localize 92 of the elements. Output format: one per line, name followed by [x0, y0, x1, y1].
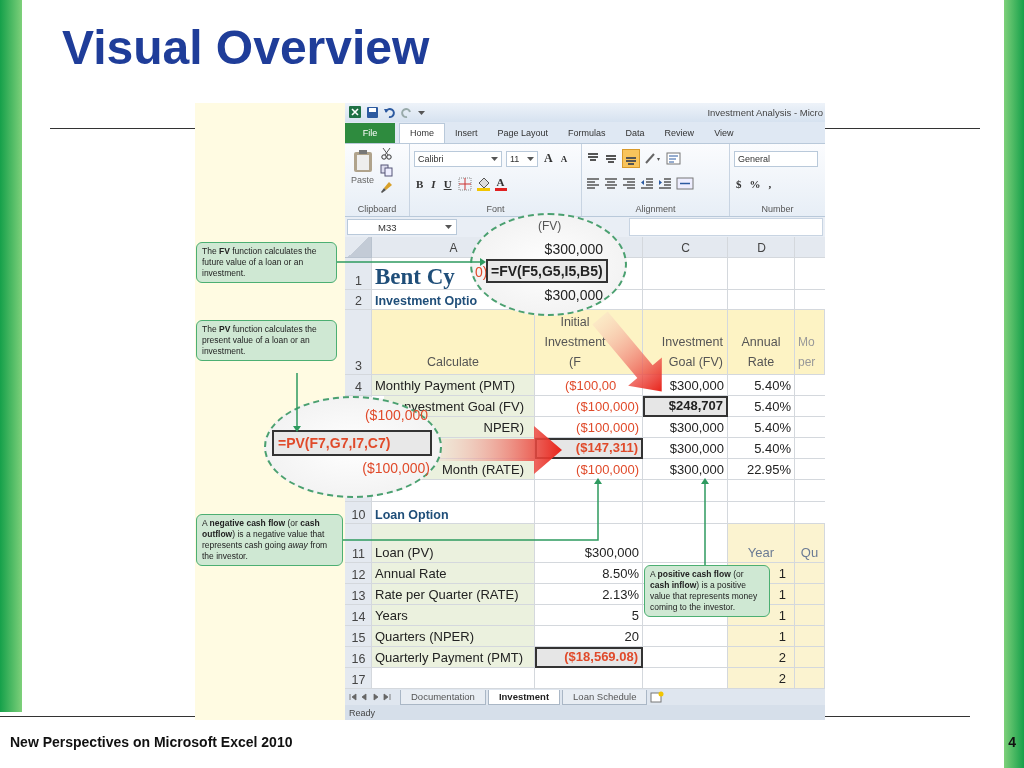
shrink-font-button[interactable]: A [558, 153, 570, 164]
ribbon-tab[interactable]: Data [615, 122, 655, 143]
table-cell: Mo per [795, 310, 825, 376]
window-title: Investment Analysis - Micro [707, 106, 823, 118]
group-label: Alignment [634, 204, 677, 217]
table-cell: Investment Goal (FV) [643, 310, 728, 376]
group-label: Clipboard [356, 204, 398, 217]
row-header[interactable]: 4 [355, 380, 362, 397]
table-cell: Years [372, 605, 535, 627]
column-header[interactable]: D [757, 240, 766, 255]
grow-font-button[interactable]: A [542, 151, 555, 167]
row-header[interactable]: 14 [351, 610, 366, 627]
row-header[interactable]: 10 [351, 508, 366, 525]
table-cell: Calculate [372, 310, 535, 376]
table-cell: 5.40% [728, 417, 795, 439]
table-cell: 5.40% [728, 438, 795, 460]
table-cell: Year [728, 524, 795, 564]
callout: A negative cash flow (or cash outflow) is a negative value that represents cash going away from the investor. [196, 514, 343, 566]
table-cell: $300,000 [535, 524, 643, 564]
cell-value: 0) [475, 264, 488, 280]
table-cell-text: Investment Optio [374, 293, 479, 311]
table-cell: ($18,569.08) [535, 647, 643, 669]
font-size-field[interactable]: 11 [506, 150, 538, 167]
row-header[interactable]: 13 [351, 589, 366, 606]
table-cell: $300,000 [643, 438, 728, 460]
cell-value: (FV) [538, 219, 562, 233]
slide-title: Visual Overview [62, 20, 431, 76]
column-header[interactable]: C [681, 240, 690, 255]
table-cell: 5.40% [728, 396, 795, 418]
ribbon-tab[interactable]: Home [399, 122, 445, 143]
currency-button[interactable]: $ [734, 177, 744, 190]
status-text: Ready [349, 707, 375, 718]
font-color-button[interactable]: A [494, 176, 507, 191]
number-format-field[interactable]: General [734, 150, 818, 167]
cell-value: $300,000 [544, 287, 603, 303]
table-cell: $300,000 [643, 459, 728, 481]
row-header[interactable]: 15 [351, 631, 366, 648]
table-cell: 5 [535, 605, 643, 627]
table-cell: 8.50% [535, 563, 643, 585]
table-cell: 2 [728, 668, 795, 690]
bold-button[interactable]: B [414, 177, 426, 190]
ribbon-tab[interactable]: File [345, 122, 395, 143]
table-cell: Loan (PV) [372, 524, 535, 564]
table-cell-text: Loan Option [374, 507, 450, 525]
column-header[interactable]: A [449, 240, 458, 255]
footer-text: New Perspectives on Microsoft Excel 2010 [10, 734, 293, 750]
table-cell: Monthly Payment (PMT) [372, 375, 535, 397]
ribbon-tab[interactable]: Insert [445, 122, 488, 143]
row-header[interactable]: 2 [355, 294, 362, 311]
callout: A positive cash flow (or cash inflow) is a positive value that represents money coming to the investor. [644, 565, 770, 617]
table-cell: $300,000 [643, 417, 728, 439]
table-cell: Rate per Quarter (RATE) [372, 584, 535, 606]
cell-value: $300,000 [544, 241, 603, 257]
callout: The PV function calculates the present value of a loan or an investment. [196, 320, 337, 361]
name-box[interactable]: M33 [347, 219, 457, 236]
sheet-tab[interactable]: Loan Schedule [562, 689, 648, 705]
comma-button[interactable]: , [766, 177, 774, 190]
callout: The FV function calculates the future value of a loan or an investment. [196, 242, 337, 283]
percent-button[interactable]: % [747, 177, 763, 190]
italic-button[interactable]: I [429, 177, 438, 190]
table-cell: Annual Rate [728, 310, 795, 376]
table-cell: 2.13% [535, 584, 643, 606]
row-header[interactable]: 17 [351, 673, 366, 690]
sheet-tab[interactable]: Documentation [400, 689, 486, 705]
ribbon-tab[interactable]: Formulas [558, 122, 616, 143]
table-cell: $248,707 [643, 396, 728, 418]
table-cell: 2 [728, 647, 795, 669]
row-header[interactable]: 1 [355, 274, 362, 291]
table-cell: Qu [795, 524, 825, 564]
row-header[interactable]: 16 [351, 652, 366, 669]
sheet-tab[interactable]: Investment [487, 689, 561, 705]
formula-cell: =FV(F5,G5,I5,B5) [486, 259, 608, 283]
formula-cell: =PV(F7,G7,I7,C7) [272, 430, 432, 456]
table-cell: 1 [728, 626, 795, 648]
table-cell: 5.40% [728, 375, 795, 397]
table-cell-text: Bent Cy [374, 264, 456, 291]
font-field[interactable]: Calibri [414, 150, 502, 167]
group-label: Font [485, 204, 506, 217]
ribbon-tab[interactable]: Page Layout [487, 122, 559, 143]
page-number: 4 [1008, 734, 1016, 750]
table-cell: Annual Rate [372, 563, 535, 585]
table-cell: Quarters (NPER) [372, 626, 535, 648]
underline-button[interactable]: U [441, 177, 454, 190]
table-cell: 22.95% [728, 459, 795, 481]
paste-button[interactable]: Paste [349, 146, 376, 205]
row-header[interactable]: 3 [355, 359, 362, 376]
group-label: Number [760, 204, 795, 217]
table-cell: Quarterly Payment (PMT) [372, 647, 535, 669]
row-header[interactable]: 11 [352, 547, 365, 564]
ribbon-tab[interactable]: View [704, 122, 744, 143]
ribbon-tab[interactable]: Review [654, 122, 705, 143]
row-header[interactable]: 12 [351, 568, 366, 585]
